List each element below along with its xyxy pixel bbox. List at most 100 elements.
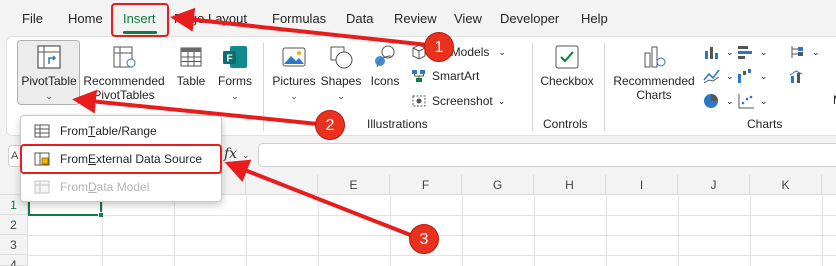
- shapes-dropdown-chevron-icon[interactable]: ⌄: [320, 89, 362, 103]
- column-header[interactable]: H: [534, 175, 606, 195]
- pictures-button[interactable]: Pictures ⌄: [271, 43, 317, 103]
- pie-chart-icon: [704, 94, 718, 108]
- screenshot-icon: [412, 95, 426, 107]
- waterfall-chart-chevron-icon[interactable]: ⌄: [760, 71, 768, 82]
- group-separator: [532, 43, 533, 131]
- grid-line: [28, 255, 836, 256]
- pie-chart-chevron-icon[interactable]: ⌄: [726, 96, 734, 107]
- fill-handle[interactable]: [98, 212, 104, 218]
- pivottable-dropdown-chevron-icon[interactable]: ⌄: [19, 89, 79, 103]
- row-header[interactable]: 3: [0, 235, 28, 255]
- scatter-chart-button[interactable]: ⌄: [737, 93, 768, 109]
- menu-item-label-accelerator: D: [88, 180, 97, 194]
- table-range-icon: [34, 124, 50, 138]
- column-header[interactable]: E: [318, 175, 390, 195]
- highlight-insert-tab: [111, 3, 169, 37]
- screenshot-chevron-icon[interactable]: ⌄: [498, 96, 506, 107]
- scatter-chart-icon: [738, 94, 754, 109]
- column-chart-chevron-icon[interactable]: ⌄: [726, 47, 734, 58]
- svg-text:F: F: [227, 54, 233, 65]
- icons-label: Icons: [370, 74, 400, 88]
- pivottable-button[interactable]: PivotTable ⌄: [19, 43, 79, 103]
- grid-line: [28, 215, 836, 216]
- recommended-pivottables-button[interactable]: Recommended PivotTables: [82, 43, 166, 102]
- smartart-button[interactable]: SmartArt: [411, 68, 479, 84]
- tab-page-layout[interactable]: Page Layout: [174, 11, 247, 26]
- combo-chart-icon: [789, 70, 803, 83]
- pictures-dropdown-chevron-icon[interactable]: ⌄: [271, 89, 317, 103]
- forms-dropdown-chevron-icon[interactable]: ⌄: [215, 89, 255, 103]
- data-model-icon: [34, 180, 50, 194]
- illustrations-group-label: Illustrations: [367, 117, 428, 131]
- screenshot-button[interactable]: Screenshot ⌄: [411, 93, 505, 109]
- table-label: Table: [176, 74, 206, 88]
- recommended-charts-label-2: Charts: [636, 88, 672, 102]
- step-3-badge: 3: [409, 224, 439, 254]
- formula-expand-chevron-icon[interactable]: ⌄: [242, 150, 250, 161]
- row-header[interactable]: 4: [0, 255, 28, 266]
- pivottable-label: PivotTable: [21, 74, 77, 88]
- waterfall-chart-icon: [738, 69, 751, 83]
- tab-developer[interactable]: Developer: [500, 11, 559, 26]
- tab-formulas[interactable]: Formulas: [272, 11, 326, 26]
- line-chart-button[interactable]: ⌄: [703, 68, 734, 84]
- hierarchy-chart-chevron-icon[interactable]: ⌄: [812, 47, 820, 58]
- 3d-models-chevron-icon[interactable]: ⌄: [498, 47, 506, 58]
- bar-chart-button[interactable]: ⌄: [737, 44, 768, 60]
- highlight-external-data-item: [20, 144, 222, 174]
- recommended-pivottables-label-2: PivotTables: [93, 88, 155, 102]
- row-header[interactable]: 2: [0, 215, 28, 235]
- hierarchy-chart-button[interactable]: ⌄: [789, 44, 820, 60]
- controls-group-label: Controls: [543, 117, 588, 131]
- column-chart-button[interactable]: ⌄: [703, 44, 734, 60]
- tab-home[interactable]: Home: [68, 11, 103, 26]
- insert-function-button[interactable]: fx: [224, 146, 237, 162]
- menu-item-label-accelerator: T: [88, 124, 96, 138]
- smartart-icon: [412, 70, 425, 82]
- icons-button[interactable]: Icons: [367, 43, 403, 88]
- tab-view[interactable]: View: [454, 11, 482, 26]
- bar-chart-chevron-icon[interactable]: ⌄: [760, 47, 768, 58]
- tab-data[interactable]: Data: [346, 11, 373, 26]
- column-header[interactable]: K: [750, 175, 822, 195]
- recommended-pivottables-label-1: Recommended: [83, 74, 165, 88]
- line-chart-chevron-icon[interactable]: ⌄: [726, 71, 734, 82]
- column-header-partial[interactable]: [822, 175, 836, 195]
- column-header[interactable]: I: [606, 175, 678, 195]
- forms-label: Forms: [218, 74, 252, 88]
- forms-button[interactable]: F Forms ⌄: [215, 43, 255, 103]
- group-separator: [263, 43, 264, 131]
- shapes-icon: [330, 46, 353, 69]
- waterfall-chart-button[interactable]: ⌄: [737, 68, 768, 84]
- smartart-label: SmartArt: [432, 69, 480, 83]
- line-chart-icon: [703, 69, 720, 84]
- step-2-badge: 2: [315, 110, 345, 140]
- table-button[interactable]: Table: [171, 43, 211, 88]
- menu-item-from-table-range[interactable]: From Table/Range: [22, 118, 220, 144]
- recommended-charts-button[interactable]: Recommended Charts: [609, 43, 699, 102]
- tab-help[interactable]: Help: [581, 11, 608, 26]
- column-header[interactable]: F: [390, 175, 462, 195]
- tab-review[interactable]: Review: [394, 11, 437, 26]
- step-1-badge: 1: [424, 32, 454, 62]
- checkbox-button[interactable]: Checkbox: [537, 43, 597, 88]
- icons-icon: [375, 45, 395, 68]
- menu-item-label: From: [60, 124, 88, 138]
- formula-input[interactable]: [258, 143, 836, 167]
- pivottable-icon: [37, 45, 61, 69]
- column-header[interactable]: G: [462, 175, 534, 195]
- table-icon: [180, 47, 202, 67]
- hierarchy-chart-icon: [791, 46, 803, 58]
- menu-item-label: ata Model: [96, 180, 150, 194]
- column-chart-icon: [705, 47, 718, 59]
- shapes-button[interactable]: Shapes ⌄: [320, 43, 362, 103]
- tab-file[interactable]: File: [22, 11, 43, 26]
- column-header-d[interactable]: [246, 175, 318, 195]
- menu-item-label: From: [60, 180, 88, 194]
- shapes-label: Shapes: [320, 74, 362, 88]
- combo-chart-button[interactable]: [789, 68, 807, 84]
- scatter-chart-chevron-icon[interactable]: ⌄: [760, 96, 768, 107]
- pie-chart-button[interactable]: ⌄: [703, 93, 734, 109]
- column-header[interactable]: J: [678, 175, 750, 195]
- checkbox-label: Checkbox: [540, 74, 594, 88]
